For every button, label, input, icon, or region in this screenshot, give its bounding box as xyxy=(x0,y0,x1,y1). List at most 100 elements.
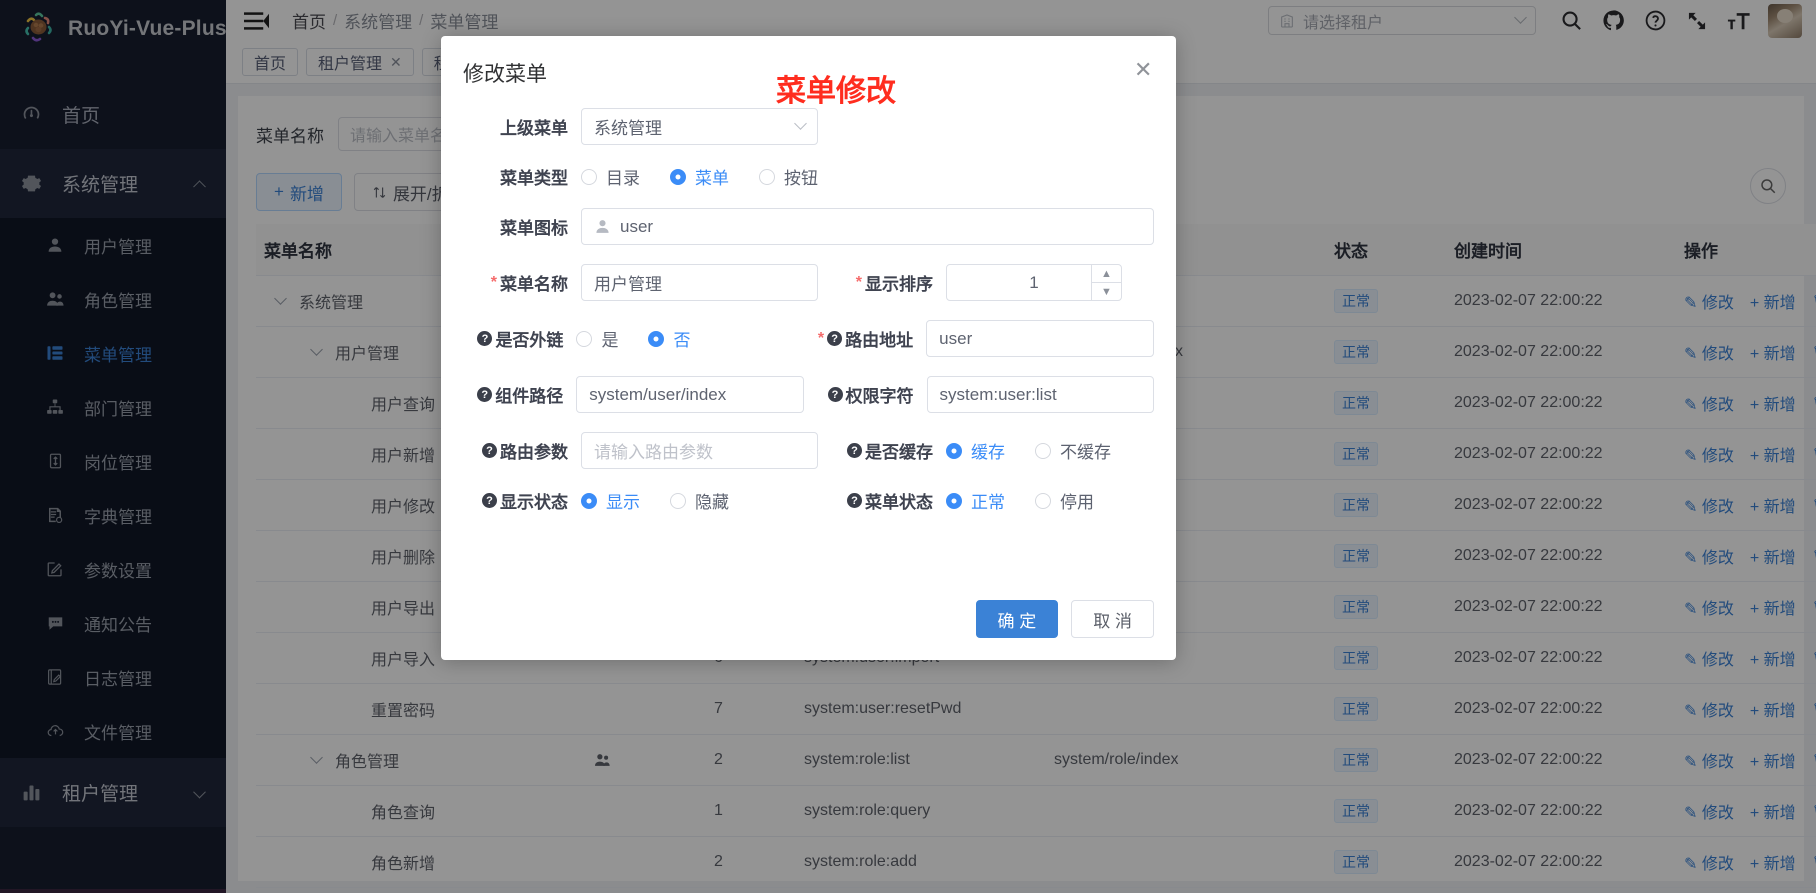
radio-dot xyxy=(1035,442,1051,459)
form-row-params-cache: ? 路由参数 请输入路由参数 ? 是否缓存 缓存 不缓存 xyxy=(463,432,1154,469)
radio-cache-no[interactable]: 不缓存 xyxy=(1035,438,1111,463)
radio-status-disabled[interactable]: 停用 xyxy=(1035,488,1094,513)
menu-type-label: 菜单类型 xyxy=(500,169,568,188)
radio-label: 显示 xyxy=(606,493,640,512)
parent-menu-value: 系统管理 xyxy=(594,119,662,138)
dialog-header: 修改菜单 菜单修改 ✕ xyxy=(441,36,1176,109)
required-star: * xyxy=(855,273,862,291)
help-icon[interactable]: ? xyxy=(477,387,493,402)
visible-label-text: 显示状态 xyxy=(500,493,568,512)
stepper-up-icon[interactable]: ▲ xyxy=(1092,265,1121,283)
chevron-down-icon xyxy=(794,117,807,130)
menu-status-radio-group: 正常 停用 xyxy=(946,488,1094,513)
confirm-button[interactable]: 确 定 xyxy=(975,600,1059,638)
radio-cache-yes[interactable]: 缓存 xyxy=(946,438,1005,463)
cancel-button[interactable]: 取 消 xyxy=(1071,600,1154,638)
stepper-down-icon[interactable]: ▼ xyxy=(1092,283,1121,300)
radio-label: 否 xyxy=(673,331,691,350)
perms-input[interactable]: system:user:list xyxy=(926,376,1154,413)
menu-icon-value: user xyxy=(620,216,654,236)
radio-dot xyxy=(759,168,775,185)
radio-external-yes[interactable]: 是 xyxy=(576,326,618,351)
menu-icon-label: 菜单图标 xyxy=(500,219,568,238)
radio-label: 停用 xyxy=(1060,493,1094,512)
stepper-arrows[interactable]: ▲ ▼ xyxy=(1091,265,1121,300)
radio-label: 按钮 xyxy=(784,169,818,188)
component-path-value: system/user/index xyxy=(589,384,727,404)
display-order-stepper[interactable]: 1 ▲ ▼ xyxy=(946,264,1122,301)
radio-menu-type-button[interactable]: 按钮 xyxy=(759,164,818,189)
perms-label: ? 权限字符 xyxy=(804,382,927,407)
is-cache-label-text: 是否缓存 xyxy=(865,443,933,462)
route-path-label-text: 路由地址 xyxy=(845,331,914,350)
radio-dot xyxy=(581,492,597,509)
radio-menu-type-directory[interactable]: 目录 xyxy=(581,164,640,189)
perms-value: system:user:list xyxy=(939,384,1057,404)
radio-dot xyxy=(648,330,665,347)
help-icon[interactable]: ? xyxy=(482,443,497,458)
radio-label: 菜单 xyxy=(695,169,729,188)
form-row-name-order: * 菜单名称 用户管理 * 显示排序 1 ▲ ▼ xyxy=(463,264,1154,301)
is-external-label-text: 是否外链 xyxy=(495,331,564,350)
help-icon[interactable]: ? xyxy=(847,443,862,458)
parent-menu-label: 上级菜单 xyxy=(500,119,568,138)
form-row-menu-icon: 菜单图标 user xyxy=(463,208,1154,245)
radio-dot xyxy=(670,168,686,185)
route-params-placeholder: 请输入路由参数 xyxy=(594,443,713,462)
app-root: RuoYi-Vue-Plus 首页 系统管理 用户管理 角色管理 菜单管理 部门… xyxy=(0,0,1816,893)
radio-label: 正常 xyxy=(971,493,1005,512)
route-path-value: user xyxy=(939,328,973,348)
visible-label: ? 显示状态 xyxy=(463,488,581,513)
is-cache-label: ? 是否缓存 xyxy=(818,438,946,463)
radio-visible-show[interactable]: 显示 xyxy=(581,488,640,513)
required-star: * xyxy=(490,273,497,291)
radio-external-no[interactable]: 否 xyxy=(648,326,690,351)
help-icon[interactable]: ? xyxy=(477,331,493,346)
close-icon[interactable]: ✕ xyxy=(1134,59,1156,82)
menu-status-label-text: 菜单状态 xyxy=(865,493,933,512)
route-params-label-text: 路由参数 xyxy=(500,443,568,462)
user-icon xyxy=(594,218,611,235)
radio-menu-type-menu[interactable]: 菜单 xyxy=(670,164,729,189)
parent-menu-select[interactable]: 系统管理 xyxy=(581,108,818,145)
radio-dot xyxy=(946,492,962,509)
route-params-label: ? 路由参数 xyxy=(463,438,581,463)
menu-name-value: 用户管理 xyxy=(594,275,662,294)
radio-label: 隐藏 xyxy=(695,493,729,512)
menu-name-input[interactable]: 用户管理 xyxy=(581,264,818,301)
dialog-big-title: 菜单修改 xyxy=(776,75,896,108)
perms-label-text: 权限字符 xyxy=(845,387,914,406)
menu-icon-input[interactable]: user xyxy=(581,208,1154,245)
component-path-label: ? 组件路径 xyxy=(463,382,576,407)
radio-status-normal[interactable]: 正常 xyxy=(946,488,1005,513)
menu-status-label: ? 菜单状态 xyxy=(818,488,946,513)
radio-label: 目录 xyxy=(606,169,640,188)
dialog-footer: 确 定 取 消 xyxy=(975,600,1154,638)
route-path-input[interactable]: user xyxy=(926,320,1154,357)
menu-form: 上级菜单 系统管理 菜单类型 目录 菜单 按钮 菜单图标 user * 菜单名称… xyxy=(441,108,1176,513)
required-star: * xyxy=(817,329,825,347)
help-icon[interactable]: ? xyxy=(827,331,843,346)
menu-name-label-text: 菜单名称 xyxy=(500,275,568,294)
visible-radio-group: 显示 隐藏 xyxy=(581,488,818,513)
display-order-label-text: 显示排序 xyxy=(865,275,933,294)
component-path-input[interactable]: system/user/index xyxy=(576,376,804,413)
is-external-radio-group: 是 否 xyxy=(576,326,803,351)
radio-dot xyxy=(581,168,597,185)
edit-menu-dialog: 修改菜单 菜单修改 ✕ 上级菜单 系统管理 菜单类型 目录 菜单 按钮 菜单图标… xyxy=(441,36,1176,660)
form-row-menu-type: 菜单类型 目录 菜单 按钮 xyxy=(463,164,1154,189)
is-cache-radio-group: 缓存 不缓存 xyxy=(946,438,1111,463)
help-icon[interactable]: ? xyxy=(827,387,843,402)
form-row-parent-menu: 上级菜单 系统管理 xyxy=(463,108,1154,145)
route-params-input[interactable]: 请输入路由参数 xyxy=(581,432,818,469)
radio-visible-hide[interactable]: 隐藏 xyxy=(670,488,729,513)
help-icon[interactable]: ? xyxy=(847,493,862,508)
form-row-external-route: ? 是否外链 是 否 * ? 路由地址 user xyxy=(463,320,1154,357)
radio-label: 不缓存 xyxy=(1060,443,1111,462)
is-external-label: ? 是否外链 xyxy=(463,326,576,351)
radio-label: 缓存 xyxy=(971,443,1005,462)
radio-dot xyxy=(670,492,686,509)
help-icon[interactable]: ? xyxy=(482,493,497,508)
radio-dot xyxy=(576,330,593,347)
menu-type-radio-group: 目录 菜单 按钮 xyxy=(581,164,818,189)
